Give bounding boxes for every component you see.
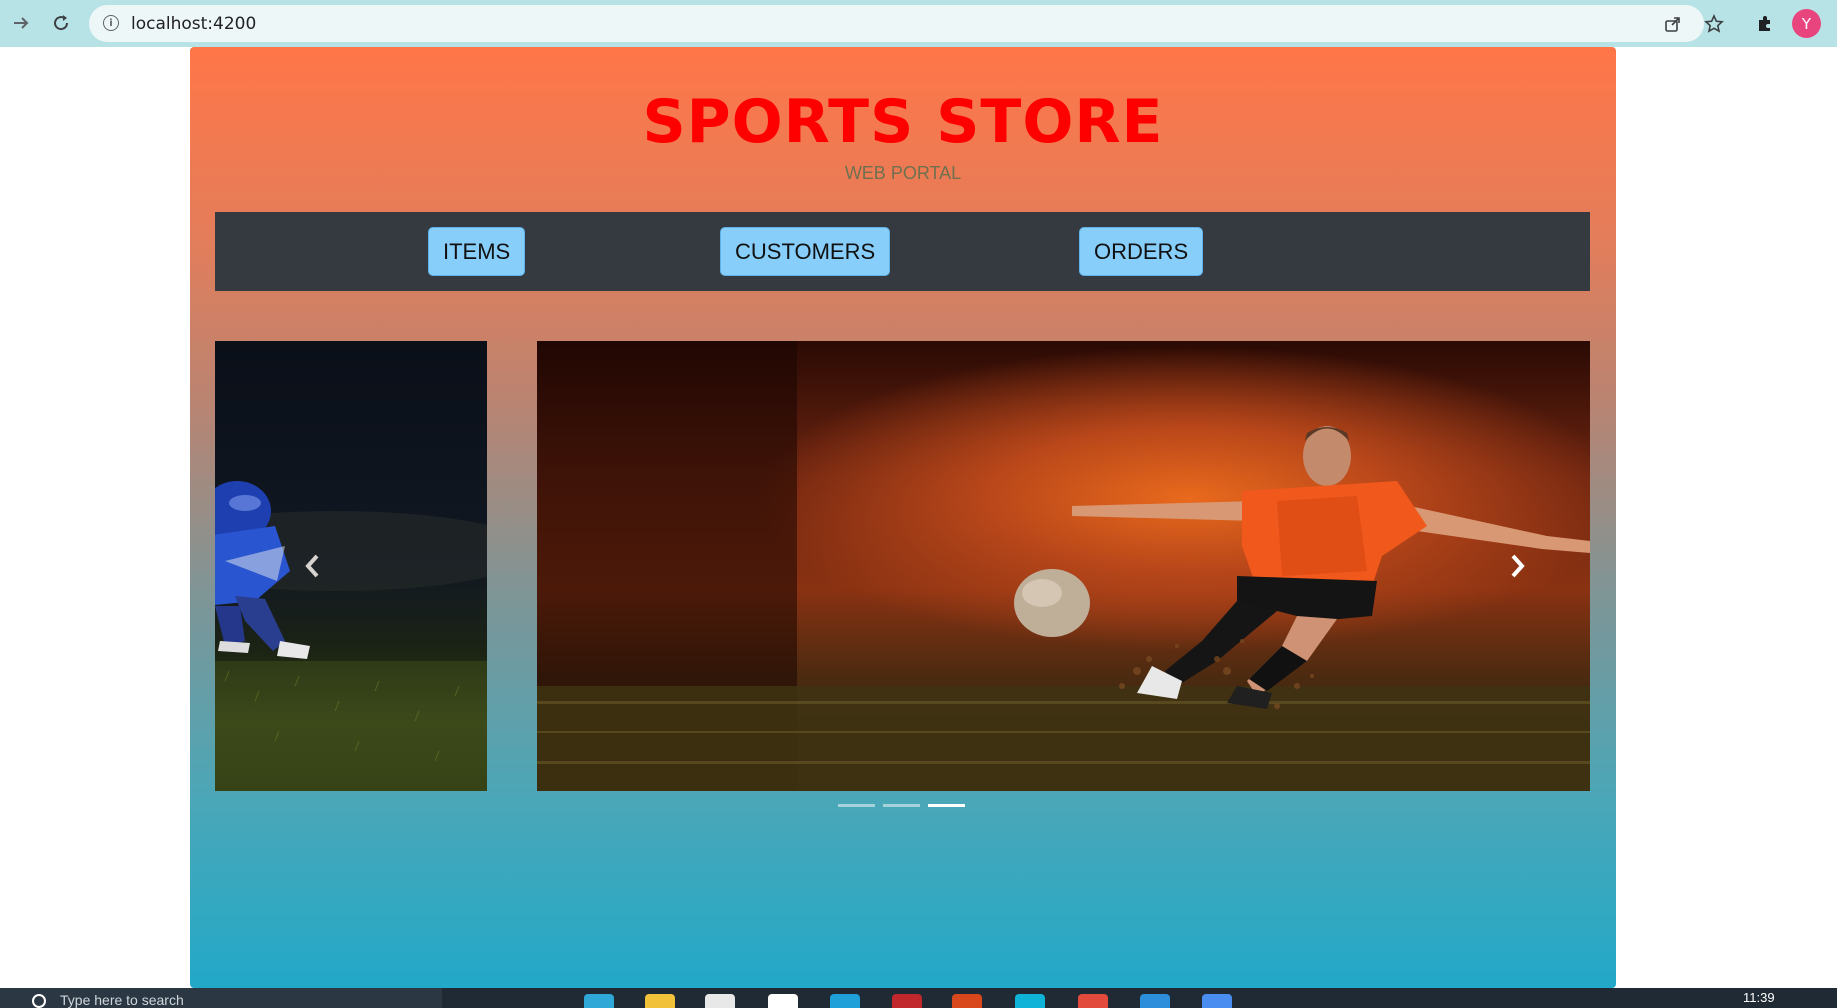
chrome-icon[interactable] (1078, 994, 1108, 1008)
share-icon[interactable] (1661, 12, 1685, 36)
carousel-slide-previous (215, 341, 487, 791)
mail-icon[interactable] (768, 994, 798, 1008)
nav-orders-button[interactable]: ORDERS (1079, 227, 1204, 276)
nav-customers-button[interactable]: CUSTOMERS (720, 227, 891, 276)
american-football-player-image (215, 481, 487, 791)
nav-items-button[interactable]: ITEMS (428, 227, 526, 276)
url-text[interactable]: localhost:4200 (131, 14, 256, 34)
address-bar[interactable]: i localhost:4200 (89, 5, 1704, 42)
taskbar-search-hint: Type here to search (60, 992, 184, 1008)
search-icon (32, 994, 46, 1008)
reload-icon[interactable] (48, 10, 74, 36)
carousel-indicator-1[interactable] (838, 804, 875, 807)
page-subtitle: WEB PORTAL (844, 163, 962, 183)
file-explorer-icon[interactable] (645, 994, 675, 1008)
info-icon[interactable]: i (103, 15, 119, 31)
vscode-icon[interactable] (1140, 994, 1170, 1008)
os-taskbar: Type here to search 11:39 (0, 988, 1837, 1008)
carousel-next-icon[interactable] (1497, 546, 1537, 586)
forward-icon[interactable] (8, 10, 34, 36)
soccer-player-kicking-ball-image (537, 341, 1590, 791)
carousel-slide-active (537, 341, 1590, 791)
image-carousel (215, 341, 1590, 791)
app-icon-2[interactable] (1202, 994, 1232, 1008)
taskbar-search-box[interactable]: Type here to search (0, 988, 442, 1008)
office-icon[interactable] (952, 994, 982, 1008)
taskbar-clock: 11:39 (1743, 990, 1775, 1005)
edge-icon[interactable] (584, 994, 614, 1008)
browser-toolbar: i localhost:4200 Y (0, 0, 1837, 47)
page-title: SPORTS STORE (642, 87, 1164, 157)
app-icon[interactable] (830, 994, 860, 1008)
main-navbar: ITEMS CUSTOMERS ORDERS (215, 212, 1590, 291)
page-container: SPORTS STORE WEB PORTAL ITEMS CUSTOMERS … (190, 47, 1616, 988)
cortana-icon[interactable] (1015, 994, 1045, 1008)
gmail-icon[interactable] (892, 994, 922, 1008)
carousel-prev-icon[interactable] (293, 546, 333, 586)
carousel-indicator-3[interactable] (928, 804, 965, 807)
star-icon[interactable] (1702, 12, 1726, 36)
extensions-icon[interactable] (1752, 10, 1778, 36)
carousel-indicator-2[interactable] (883, 804, 920, 807)
carousel-indicators (838, 804, 965, 814)
profile-avatar[interactable]: Y (1792, 9, 1821, 38)
store-icon[interactable] (705, 994, 735, 1008)
